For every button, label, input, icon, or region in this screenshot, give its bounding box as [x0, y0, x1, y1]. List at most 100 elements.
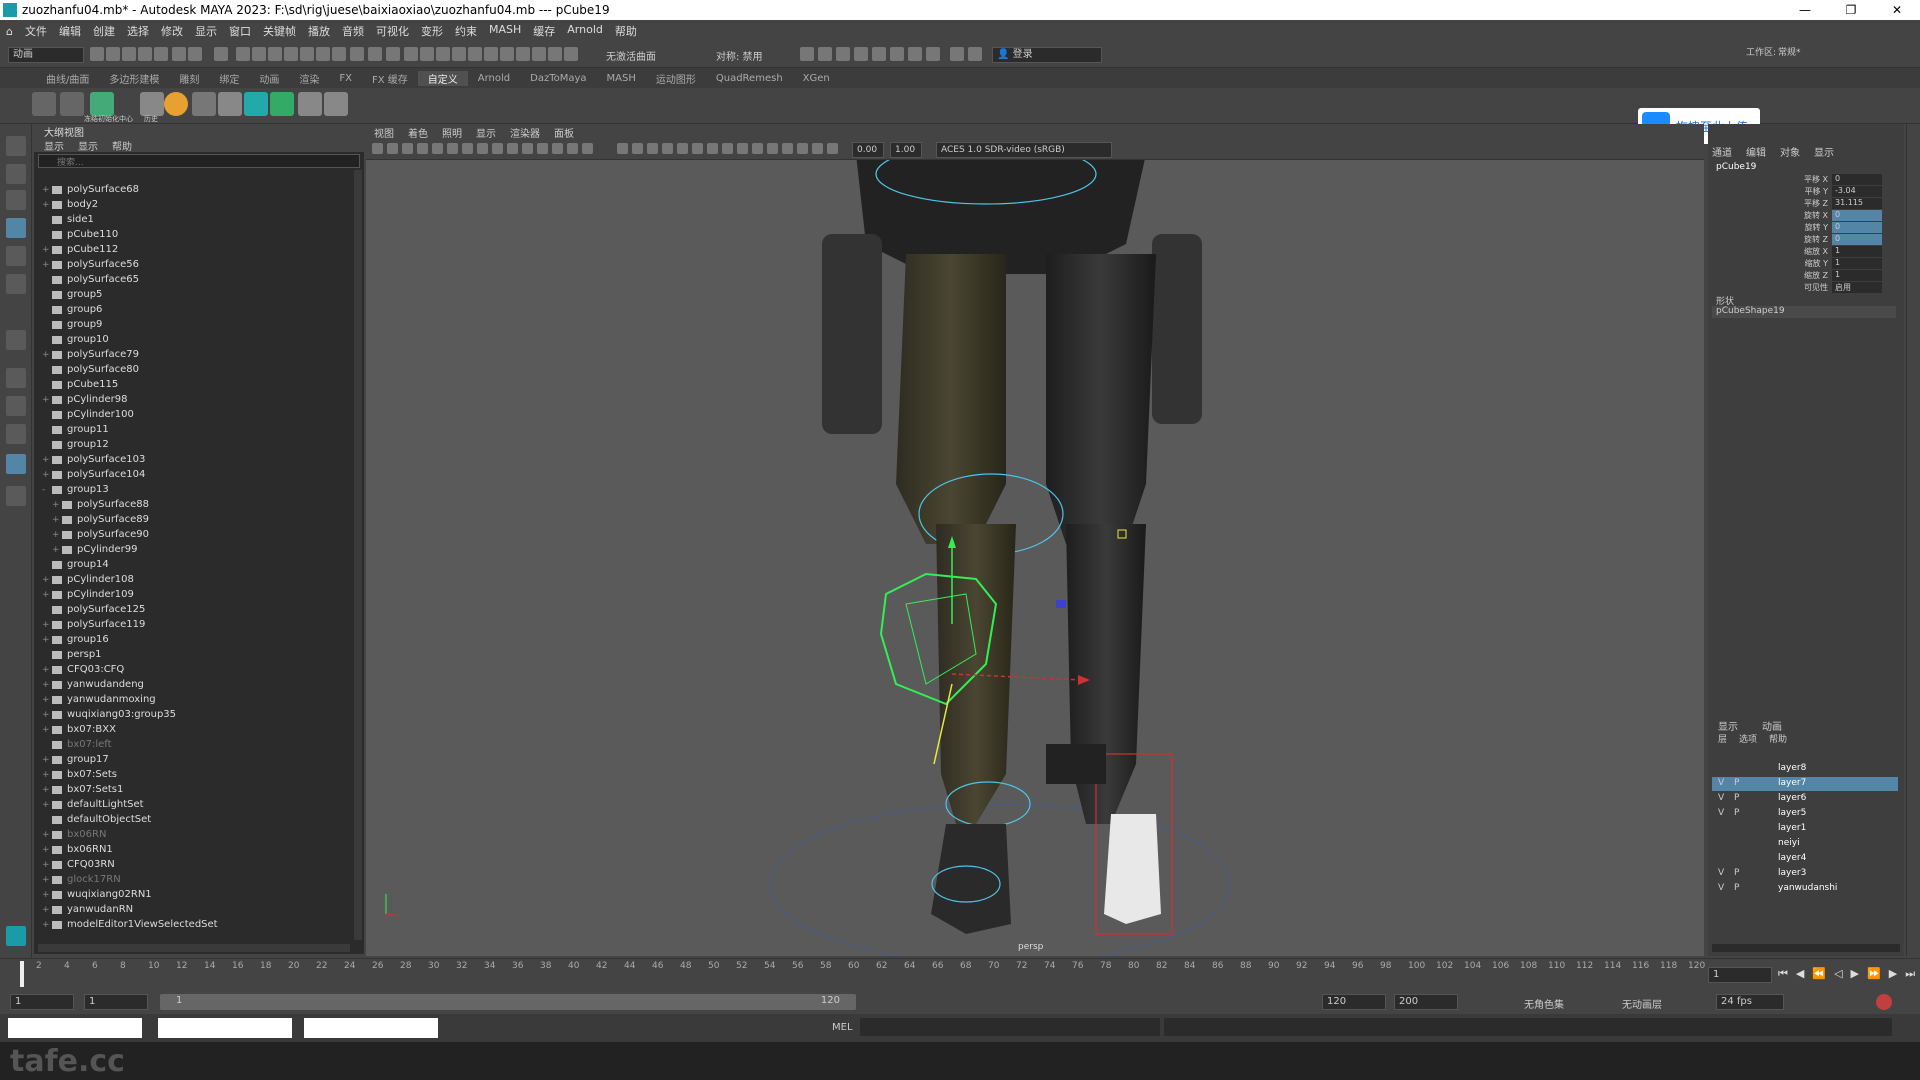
expand-toggle-icon[interactable]: + — [52, 515, 62, 525]
expand-toggle-icon[interactable]: + — [42, 260, 52, 270]
expand-toggle-icon[interactable]: + — [42, 710, 52, 720]
outliner-row[interactable]: + polySurface88 — [52, 497, 149, 512]
outliner-row[interactable]: polySurface125 — [42, 602, 145, 617]
expand-toggle-icon[interactable]: + — [42, 770, 52, 780]
gamma-field[interactable]: 1.00 — [890, 142, 922, 158]
shelf-tab[interactable]: FX — [329, 73, 362, 84]
range-slider[interactable]: 1 120 — [160, 994, 856, 1010]
expand-toggle-icon[interactable]: + — [42, 755, 52, 765]
menu-item[interactable]: 变形 — [415, 23, 449, 39]
viewport-tool-icon[interactable] — [827, 143, 838, 154]
viewport-3d[interactable]: persp — [366, 124, 1704, 956]
maya-m-icon[interactable] — [6, 926, 26, 946]
viewport-tool-icon[interactable] — [372, 143, 383, 154]
outliner-row[interactable]: + bx06RN1 — [42, 842, 113, 857]
menu-item[interactable]: 音频 — [336, 23, 370, 39]
menu-item[interactable]: 编辑 — [53, 23, 87, 39]
anim-layer-dropdown[interactable]: 无动画层 — [1622, 996, 1662, 1011]
toolbar-icon[interactable] — [236, 47, 250, 61]
expand-toggle-icon[interactable]: + — [42, 905, 52, 915]
shelf-tab[interactable]: 运动图形 — [646, 71, 706, 86]
outliner-row[interactable]: + modelEditor1ViewSelectedSet — [42, 917, 218, 932]
outliner-row[interactable]: polySurface80 — [42, 362, 139, 377]
viewport-tool-icon[interactable] — [522, 143, 533, 154]
outliner-row[interactable]: + bx07:BXX — [42, 722, 116, 737]
menu-item[interactable]: 约束 — [449, 23, 483, 39]
attr-value-field[interactable]: 1 — [1832, 246, 1882, 257]
viewport-tool-icon[interactable] — [752, 143, 763, 154]
layer-row[interactable]: layer1 — [1712, 822, 1898, 836]
viewport-tool-icon[interactable] — [662, 143, 673, 154]
viewport-tool-icon[interactable] — [567, 143, 578, 154]
channel-box-tab[interactable]: 显示 — [1814, 144, 1834, 159]
viewport-tool-icon[interactable] — [447, 143, 458, 154]
outliner-menu-item[interactable]: 显示 — [78, 138, 98, 153]
toolbar-icon[interactable] — [316, 47, 330, 61]
zoom-icon[interactable] — [6, 486, 26, 506]
toolbar-icon[interactable] — [500, 47, 514, 61]
shelf-tab[interactable]: DazToMaya — [520, 73, 596, 84]
outliner-row[interactable]: bx07:left — [42, 737, 112, 752]
toolbar-icon[interactable] — [836, 47, 850, 61]
shelf-tab[interactable]: 多边形建模 — [99, 71, 169, 86]
expand-toggle-icon[interactable]: + — [42, 590, 52, 600]
menu-item[interactable]: MASH — [483, 23, 527, 39]
toolbar-icon[interactable] — [968, 47, 982, 61]
shelf-tool-icon[interactable] — [60, 92, 84, 116]
expand-toggle-icon[interactable]: + — [42, 620, 52, 630]
skull-icon[interactable] — [218, 92, 242, 116]
toolbar-icon[interactable] — [800, 47, 814, 61]
toolbar-icon[interactable] — [252, 47, 266, 61]
outliner-row[interactable]: persp1 — [42, 647, 102, 662]
outliner-row[interactable]: + bx06RN — [42, 827, 106, 842]
expand-toggle-icon[interactable]: + — [42, 635, 52, 645]
playback-start-field[interactable]: 1 — [84, 994, 148, 1010]
toolbar-icon[interactable] — [350, 47, 364, 61]
viewport-tool-icon[interactable] — [782, 143, 793, 154]
layer-playback-toggle[interactable]: P — [1734, 868, 1739, 878]
toolbar-icon[interactable] — [420, 47, 434, 61]
attr-value-field[interactable]: 0 — [1832, 222, 1882, 233]
minimized-window-1[interactable] — [8, 1018, 142, 1038]
outliner-row[interactable]: group11 — [42, 422, 109, 437]
close-button[interactable]: ✕ — [1874, 0, 1920, 20]
expand-toggle-icon[interactable]: + — [42, 470, 52, 480]
auto-key-icon[interactable] — [1876, 994, 1892, 1010]
layout-single-icon[interactable] — [6, 330, 26, 350]
move-tool-icon[interactable] — [6, 218, 26, 238]
outliner-row[interactable]: + CFQ03:CFQ — [42, 662, 124, 677]
layer-row[interactable]: V Player6 — [1712, 792, 1898, 806]
expand-toggle-icon[interactable]: + — [42, 395, 52, 405]
menu-item[interactable]: 窗口 — [223, 23, 257, 39]
layer-scrollbar[interactable] — [1712, 944, 1900, 952]
outliner-row[interactable]: group9 — [42, 317, 102, 332]
toolbar-icon[interactable] — [138, 47, 152, 61]
minimized-window-2[interactable] — [158, 1018, 292, 1038]
expand-toggle-icon[interactable]: + — [42, 725, 52, 735]
toolbar-icon[interactable] — [516, 47, 530, 61]
layout-grid-icon[interactable] — [6, 396, 26, 416]
layer-visibility-toggle[interactable]: V — [1718, 868, 1724, 878]
outliner-row[interactable]: group12 — [42, 437, 109, 452]
shelf-tab[interactable]: 曲线/曲面 — [36, 71, 99, 86]
viewport-tool-icon[interactable] — [737, 143, 748, 154]
joint-icon[interactable] — [192, 92, 216, 116]
menu-item[interactable]: 修改 — [155, 23, 189, 39]
outliner-row[interactable]: + polySurface104 — [42, 467, 145, 482]
viewport-tool-icon[interactable] — [507, 143, 518, 154]
toolbar-icon[interactable] — [468, 47, 482, 61]
viewport-menu-item[interactable]: 着色 — [408, 125, 428, 140]
menu-item[interactable]: 播放 — [302, 23, 336, 39]
menu-item[interactable]: 帮助 — [609, 23, 643, 39]
viewport-menu-item[interactable]: 照明 — [442, 125, 462, 140]
attr-value-field[interactable]: 0 — [1832, 210, 1882, 221]
layer-tab[interactable]: 动画 — [1762, 718, 1782, 733]
shelf-tab[interactable]: 绑定 — [209, 71, 249, 86]
viewport-tool-icon[interactable] — [477, 143, 488, 154]
outliner-row[interactable]: - group13 — [42, 482, 109, 497]
toolbar-icon[interactable] — [268, 47, 282, 61]
expand-toggle-icon[interactable]: + — [42, 680, 52, 690]
paint-select-icon[interactable] — [6, 190, 26, 210]
expand-toggle-icon[interactable]: + — [52, 530, 62, 540]
outliner-row[interactable]: + polySurface90 — [52, 527, 149, 542]
